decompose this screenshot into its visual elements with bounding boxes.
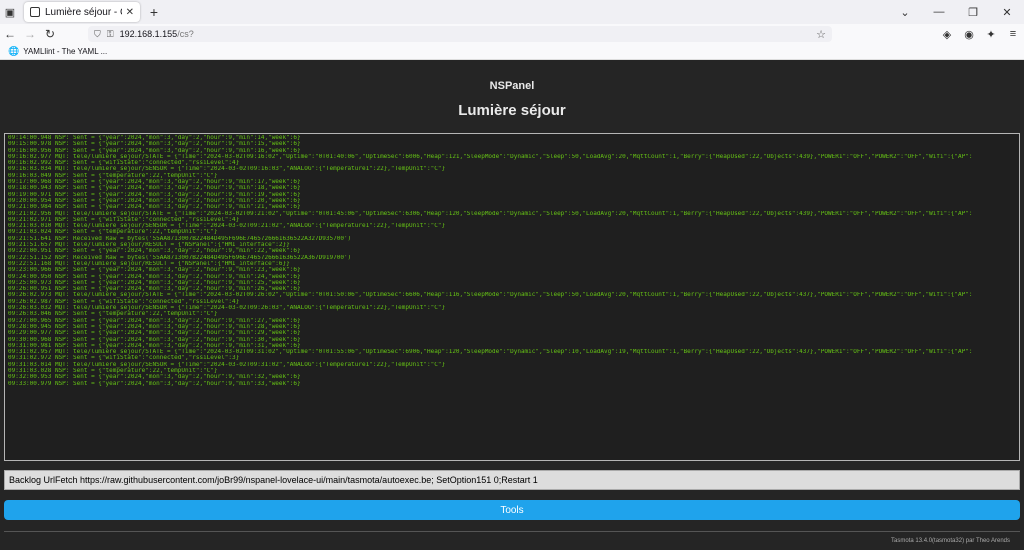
bookmark-yamllint[interactable]: YAMLlint - The YAML ... [23, 47, 107, 56]
divider [4, 531, 1020, 532]
window-close-icon[interactable]: ✕ [990, 6, 1024, 19]
window-controls: ⌄ — ❐ ✕ [888, 6, 1024, 19]
pocket-icon[interactable]: ◈ [936, 28, 958, 41]
menu-icon[interactable]: ≡ [1002, 28, 1024, 41]
forward-icon[interactable]: → [20, 27, 40, 41]
browser-nav-bar: ← → ↻ ⛉ ⚿ 192.168.1.155/cs? ☆ ◈ ◉ ✦ ≡ [0, 24, 1024, 44]
shield-icon[interactable]: ⛉ [94, 29, 101, 40]
minimize-icon[interactable]: — [922, 6, 956, 18]
device-name: NSPanel [489, 80, 535, 92]
footer-version: Tasmota 13.4.0(tasmota32) par Theo Arend… [891, 538, 1010, 544]
page-title: Lumière séjour [458, 102, 566, 119]
tab-overflow-icon[interactable]: ⌄ [888, 6, 922, 19]
back-icon[interactable]: ← [0, 27, 20, 41]
new-tab-icon[interactable]: + [144, 4, 164, 20]
url-text: 192.168.1.155/cs? [120, 29, 817, 39]
restore-icon[interactable]: ❐ [956, 6, 990, 19]
console-line: 09:33:00.979 NSP: Sent = {"year":2024,"m… [8, 380, 301, 387]
tab-list-icon[interactable]: ▣ [0, 0, 20, 24]
bookmark-star-icon[interactable]: ☆ [816, 28, 826, 41]
tab-close-icon[interactable]: ✕ [126, 7, 134, 18]
account-icon[interactable]: ◉ [958, 28, 980, 41]
command-input[interactable]: Backlog UrlFetch https://raw.githubuserc… [4, 470, 1020, 490]
globe-icon: 🌐 [8, 46, 20, 56]
browser-tab[interactable]: Lumière séjour - Console ✕ [24, 2, 140, 22]
address-bar[interactable]: ⛉ ⚿ 192.168.1.155/cs? ☆ [88, 26, 832, 42]
bookmarks-bar: 🌐 YAMLlint - The YAML ... [0, 44, 1024, 60]
browser-tab-bar: ▣ Lumière séjour - Console ✕ + ⌄ — ❐ ✕ [0, 0, 1024, 24]
lock-icon[interactable]: ⚿ [107, 29, 114, 40]
console-log[interactable]: 09:14:00.948 NSP: Sent = {"year":2024,"m… [4, 133, 1020, 461]
url-path: /cs? [177, 29, 194, 39]
extensions-icon[interactable]: ✦ [980, 28, 1002, 41]
reload-icon[interactable]: ↻ [40, 27, 60, 41]
url-host: 192.168.1.155 [119, 29, 178, 39]
tools-button[interactable]: Tools [4, 500, 1020, 520]
tab-title: Lumière séjour - Console [45, 6, 122, 18]
tasmota-page: NSPanel Lumière séjour 09:14:00.948 NSP:… [0, 60, 1024, 550]
tab-favicon-icon [30, 7, 40, 17]
